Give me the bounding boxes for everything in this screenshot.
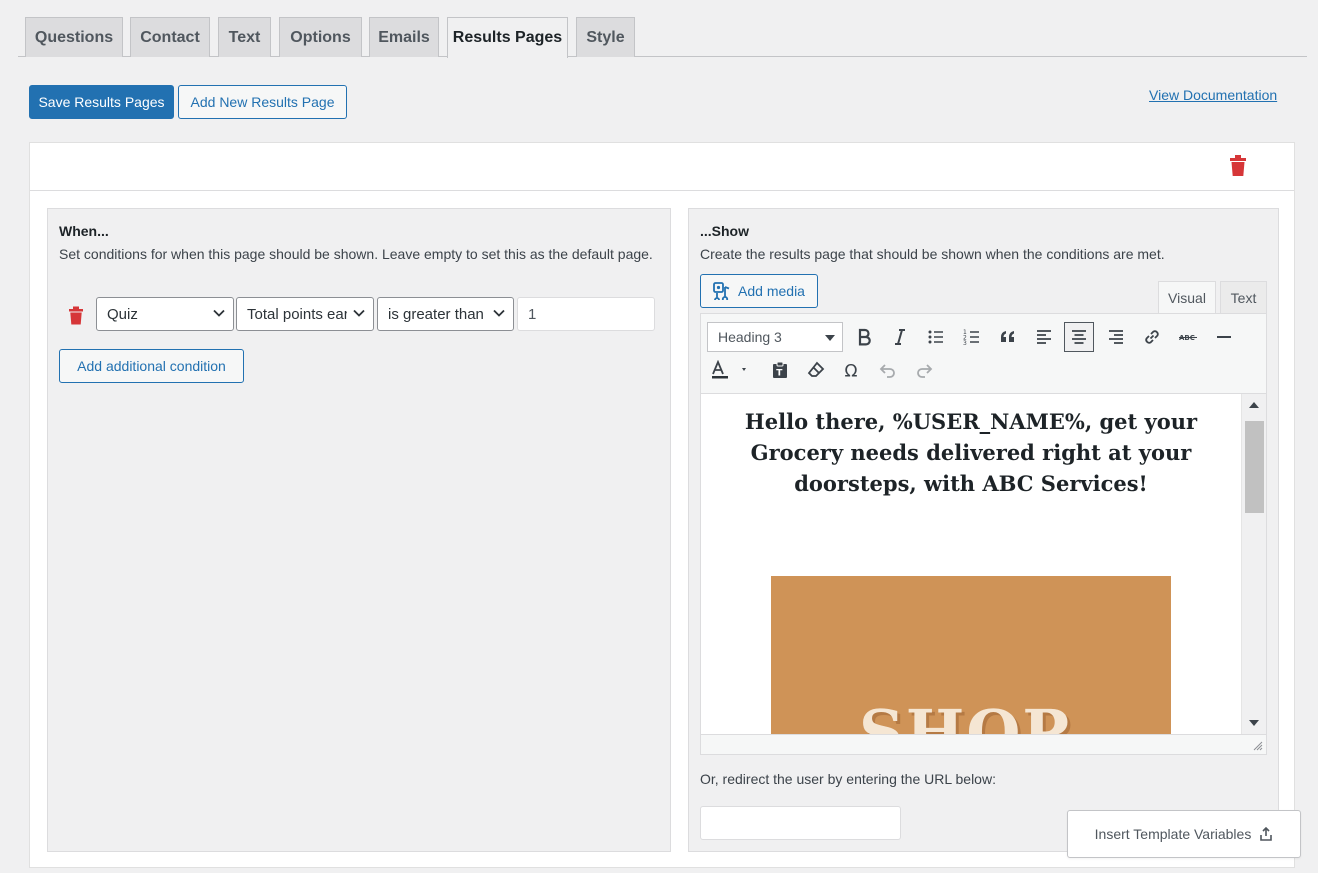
scroll-down-icon[interactable]: [1249, 720, 1259, 726]
trash-icon[interactable]: [68, 306, 84, 325]
link-icon: [1145, 330, 1159, 344]
bold-button[interactable]: [849, 322, 879, 352]
svg-text:3: 3: [963, 340, 967, 347]
editor-tab-text[interactable]: Text: [1220, 281, 1267, 314]
tab-style[interactable]: Style: [576, 17, 635, 57]
editor-content[interactable]: Hello there, %USER_NAME%, get your Groce…: [701, 394, 1241, 734]
link-button[interactable]: [1137, 322, 1167, 352]
chevron-down-icon: [493, 309, 505, 317]
insert-template-variables-button[interactable]: Insert Template Variables: [1067, 810, 1301, 858]
tab-text[interactable]: Text: [218, 17, 271, 57]
save-results-pages-button[interactable]: Save Results Pages: [29, 85, 174, 119]
numbered-list-button[interactable]: 123: [957, 322, 987, 352]
editor-statusbar: [701, 734, 1266, 754]
strikethrough-button[interactable]: ABC: [1173, 322, 1203, 352]
editor-tab-visual[interactable]: Visual: [1158, 281, 1216, 314]
horizontal-rule-icon: [1217, 336, 1231, 338]
add-media-icon: [713, 282, 730, 300]
editor-toolbar: Heading 3 123 T Ω: [701, 314, 1266, 394]
italic-icon: [895, 329, 905, 345]
chevron-down-icon: [353, 309, 365, 317]
tab-questions[interactable]: Questions: [25, 17, 123, 57]
bullet-list-button[interactable]: [921, 322, 951, 352]
rich-text-editor: Heading 3 123 T Ω Hello there, %USER_NAM…: [700, 313, 1267, 755]
shop-image[interactable]: SHOP: [771, 576, 1171, 734]
when-panel: When... Set conditions for when this pag…: [47, 208, 671, 852]
blockquote-button[interactable]: [993, 322, 1023, 352]
card-header: [30, 143, 1294, 191]
horizontal-rule-button[interactable]: [1209, 322, 1239, 352]
condition-criteria-select[interactable]: Total points earned: [236, 297, 374, 331]
numbered-list-icon: 123: [963, 329, 979, 347]
text-color-icon: [712, 360, 746, 379]
undo-button[interactable]: [873, 355, 903, 385]
trash-icon[interactable]: [1229, 155, 1247, 177]
tab-contact[interactable]: Contact: [130, 17, 210, 57]
paste-text-button[interactable]: T: [765, 355, 795, 385]
add-media-button[interactable]: Add media: [700, 274, 818, 308]
align-right-icon: [1109, 330, 1123, 344]
scroll-up-icon[interactable]: [1249, 402, 1259, 408]
strikethrough-icon: ABC: [1179, 334, 1197, 342]
scroll-thumb[interactable]: [1245, 421, 1264, 513]
condition-category-select[interactable]: Quiz: [96, 297, 234, 331]
tab-emails[interactable]: Emails: [369, 17, 439, 57]
resize-handle-icon[interactable]: [1253, 741, 1263, 751]
redirect-label: Or, redirect the user by entering the UR…: [700, 771, 996, 787]
special-character-icon: Ω: [845, 362, 858, 381]
redo-button[interactable]: [909, 355, 939, 385]
align-left-icon: [1037, 330, 1051, 344]
clear-formatting-button[interactable]: [801, 355, 831, 385]
bullet-list-icon: [928, 330, 943, 344]
chevron-down-icon: [213, 309, 225, 317]
align-right-button[interactable]: [1101, 322, 1131, 352]
redirect-url-input[interactable]: [700, 806, 901, 840]
caret-down-icon: [825, 335, 835, 341]
paste-text-icon: T: [773, 361, 787, 379]
special-character-button[interactable]: Ω: [837, 355, 867, 385]
tab-bar: Questions Contact Text Options Emails Re…: [18, 17, 1307, 58]
results-page-card: When... Set conditions for when this pag…: [29, 142, 1295, 868]
content-heading: Hello there, %USER_NAME%, get your Groce…: [744, 409, 1198, 496]
condition-operator-select[interactable]: is greater than: [377, 297, 514, 331]
svg-text:T: T: [776, 369, 783, 379]
format-select[interactable]: Heading 3: [707, 322, 843, 352]
align-center-button[interactable]: [1064, 322, 1094, 352]
add-new-results-page-button[interactable]: Add New Results Page: [178, 85, 347, 119]
italic-button[interactable]: [885, 322, 915, 352]
blockquote-icon: [1001, 331, 1014, 342]
show-panel: ...Show Create the results page that sho…: [688, 208, 1279, 852]
clear-formatting-icon: [807, 361, 825, 377]
view-documentation-link[interactable]: View Documentation: [1149, 87, 1277, 103]
align-center-icon: [1072, 330, 1086, 344]
editor-scrollbar[interactable]: [1241, 394, 1266, 734]
tab-options[interactable]: Options: [279, 17, 362, 57]
add-additional-condition-button[interactable]: Add additional condition: [59, 349, 244, 383]
text-color-button[interactable]: [707, 355, 751, 385]
undo-icon: [879, 364, 895, 378]
condition-value-input[interactable]: 1: [517, 297, 655, 331]
when-description: Set conditions for when this page should…: [59, 246, 653, 262]
redo-icon: [917, 364, 933, 378]
align-left-button[interactable]: [1029, 322, 1059, 352]
when-title: When...: [59, 223, 109, 239]
upload-icon: [1260, 827, 1273, 841]
tab-results-pages[interactable]: Results Pages: [447, 17, 568, 58]
bold-icon: [858, 328, 871, 346]
show-description: Create the results page that should be s…: [700, 246, 1165, 262]
shop-image-text: SHOP: [859, 696, 1071, 734]
svg-text:Ω: Ω: [845, 362, 858, 381]
show-title: ...Show: [700, 223, 749, 239]
